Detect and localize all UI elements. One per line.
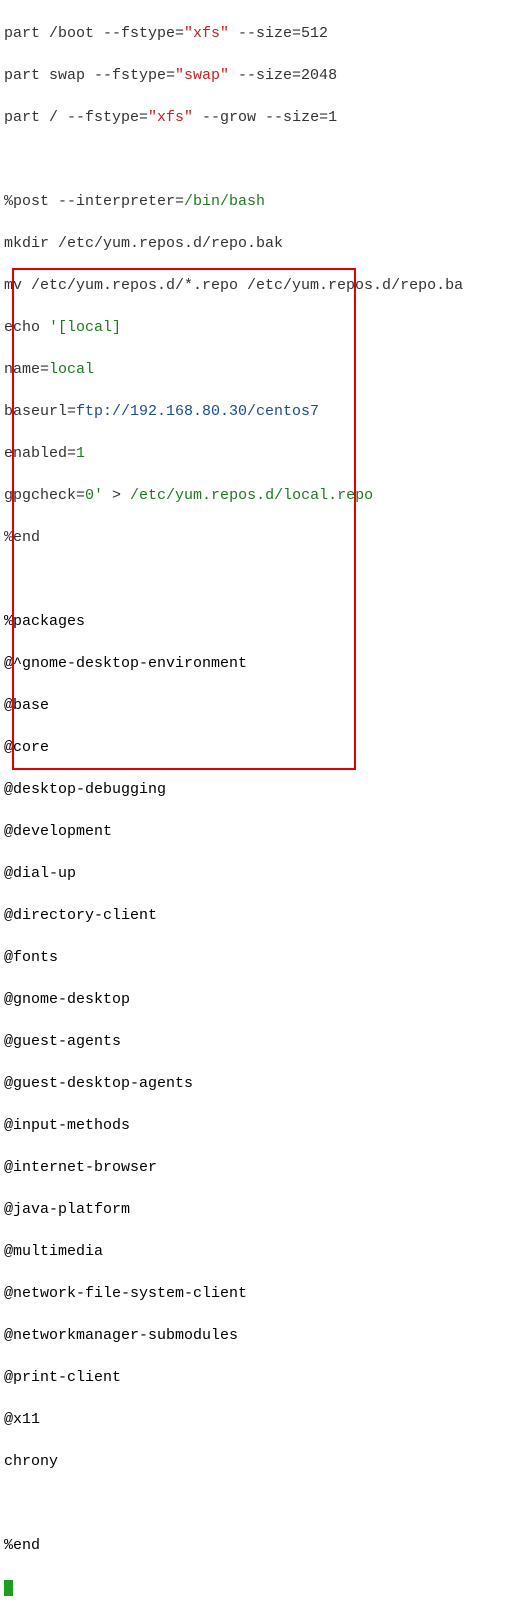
cursor-icon [4, 1580, 13, 1596]
code-line: part swap --fstype="swap" --size=2048 [4, 65, 517, 86]
code-text: @java-platform [4, 1201, 130, 1218]
code-text: @print-client [4, 1369, 121, 1386]
value: local [49, 361, 94, 378]
code-text: @base [4, 697, 49, 714]
code-line: echo '[local] [4, 317, 517, 338]
string-literal: '[local] [49, 319, 121, 336]
code-text: @x11 [4, 1411, 40, 1428]
code-line: @print-client [4, 1367, 517, 1388]
code-text: > [103, 487, 130, 504]
value: 0' [85, 487, 103, 504]
code-editor[interactable]: part /boot --fstype="xfs" --size=512 par… [0, 0, 517, 1612]
code-text: --size=512 [229, 25, 328, 42]
code-line: mkdir /etc/yum.repos.d/repo.bak [4, 233, 517, 254]
code-line: chrony [4, 1451, 517, 1472]
code-line: @java-platform [4, 1199, 517, 1220]
code-line: @networkmanager-submodules [4, 1325, 517, 1346]
code-text: part /boot --fstype= [4, 25, 184, 42]
code-text: name= [4, 361, 49, 378]
code-line: %packages [4, 611, 517, 632]
code-text: part / --fstype= [4, 109, 148, 126]
cursor-line [4, 1577, 517, 1598]
code-text: @core [4, 739, 49, 756]
code-text: @internet-browser [4, 1159, 157, 1176]
code-line: @dial-up [4, 863, 517, 884]
code-line: @fonts [4, 947, 517, 968]
value: 1 [76, 445, 85, 462]
code-line: part / --fstype="xfs" --grow --size=1 [4, 107, 517, 128]
code-line: @base [4, 695, 517, 716]
code-text: baseurl= [4, 403, 76, 420]
code-text: @desktop-debugging [4, 781, 166, 798]
code-line: enabled=1 [4, 443, 517, 464]
code-text: chrony [4, 1453, 58, 1470]
code-text: @directory-client [4, 907, 157, 924]
code-text: echo [4, 319, 49, 336]
code-text: @guest-desktop-agents [4, 1075, 193, 1092]
code-line: @guest-desktop-agents [4, 1073, 517, 1094]
code-line: @development [4, 821, 517, 842]
code-text: enabled= [4, 445, 76, 462]
code-text: @multimedia [4, 1243, 103, 1260]
code-text: @dial-up [4, 865, 76, 882]
code-line: baseurl=ftp://192.168.80.30/centos7 [4, 401, 517, 422]
code-text: @gnome-desktop [4, 991, 130, 1008]
code-text: %end [4, 529, 40, 546]
code-line: @^gnome-desktop-environment [4, 653, 517, 674]
code-text: --grow --size=1 [193, 109, 337, 126]
code-text: @development [4, 823, 112, 840]
code-line: mv /etc/yum.repos.d/*.repo /etc/yum.repo… [4, 275, 517, 296]
code-text: @input-methods [4, 1117, 130, 1134]
code-line: %post --interpreter=/bin/bash [4, 191, 517, 212]
code-text: --size=2048 [229, 67, 337, 84]
code-line: @desktop-debugging [4, 779, 517, 800]
blank-line [4, 569, 517, 590]
code-text: @networkmanager-submodules [4, 1327, 238, 1344]
code-line: @multimedia [4, 1241, 517, 1262]
code-text: @^gnome-desktop-environment [4, 655, 247, 672]
code-text: @network-file-system-client [4, 1285, 247, 1302]
blank-line [4, 149, 517, 170]
code-text: %end [4, 1537, 40, 1554]
string-literal: "xfs" [148, 109, 193, 126]
blank-line [4, 1493, 517, 1514]
url: ftp://192.168.80.30/centos7 [76, 403, 319, 420]
code-text: %post --interpreter= [4, 193, 184, 210]
code-line: @input-methods [4, 1115, 517, 1136]
string-literal: "swap" [175, 67, 229, 84]
code-line: @gnome-desktop [4, 989, 517, 1010]
code-text: %packages [4, 613, 85, 630]
code-line: gpgcheck=0' > /etc/yum.repos.d/local.rep… [4, 485, 517, 506]
code-line: part /boot --fstype="xfs" --size=512 [4, 23, 517, 44]
code-line: name=local [4, 359, 517, 380]
string-literal: "xfs" [184, 25, 229, 42]
code-text: mkdir /etc/yum.repos.d/repo.bak [4, 235, 283, 252]
code-line: @x11 [4, 1409, 517, 1430]
code-line: %end [4, 1535, 517, 1556]
code-text: gpgcheck= [4, 487, 85, 504]
path: /bin/bash [184, 193, 265, 210]
code-line: @guest-agents [4, 1031, 517, 1052]
code-line: @network-file-system-client [4, 1283, 517, 1304]
code-line: @internet-browser [4, 1157, 517, 1178]
code-line: @directory-client [4, 905, 517, 926]
code-line: @core [4, 737, 517, 758]
code-text: part swap --fstype= [4, 67, 175, 84]
code-line: %end [4, 527, 517, 548]
code-text: @fonts [4, 949, 58, 966]
path: /etc/yum.repos.d/local.repo [130, 487, 373, 504]
code-text: @guest-agents [4, 1033, 121, 1050]
code-text: mv /etc/yum.repos.d/*.repo /etc/yum.repo… [4, 277, 463, 294]
